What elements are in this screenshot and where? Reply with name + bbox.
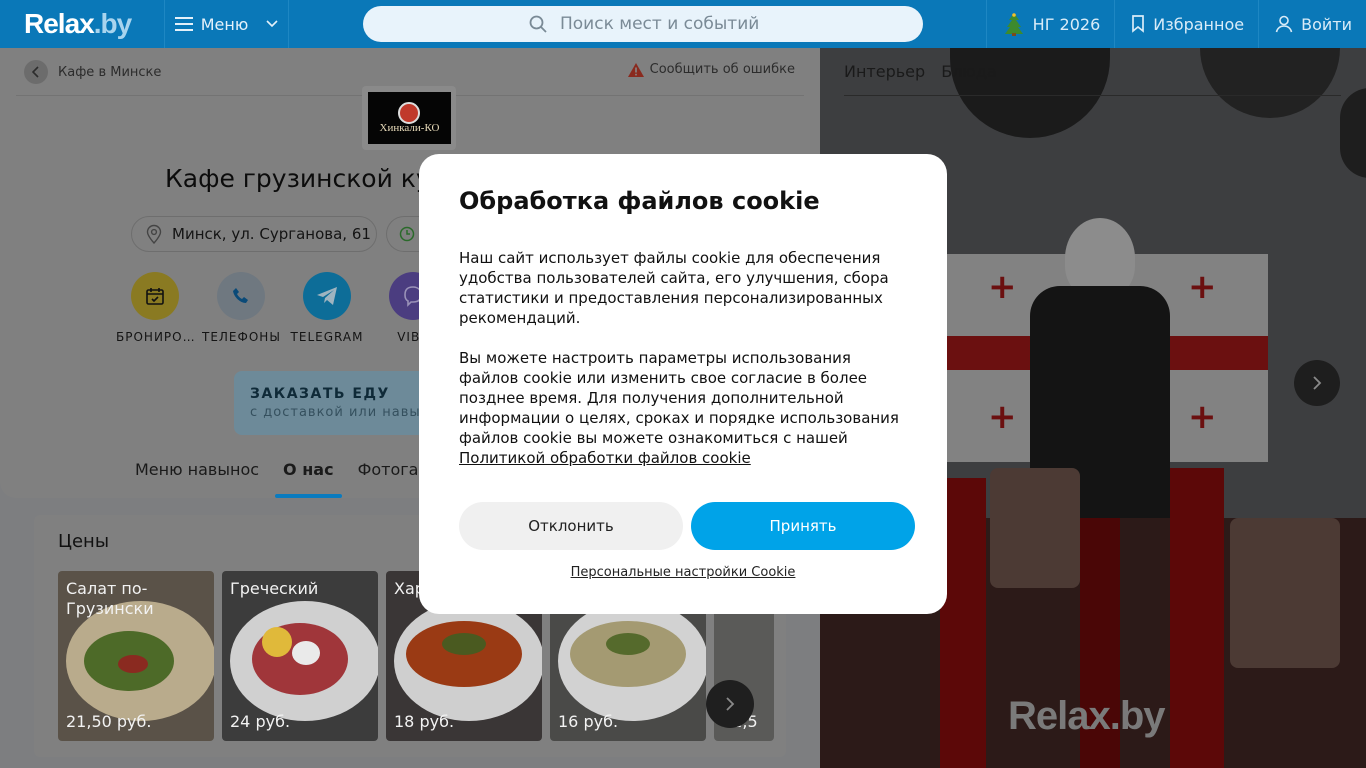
dish-price: 18 руб. (394, 712, 455, 731)
breadcrumb[interactable]: Кафе в Минске (24, 60, 161, 84)
dish-card[interactable]: Греческий 24 руб. (222, 571, 378, 741)
chevron-down-icon (266, 20, 278, 28)
chevron-right-icon (1313, 376, 1322, 390)
carousel-next-button[interactable] (706, 680, 754, 728)
cookie-title: Обработка файлов cookie (459, 187, 820, 215)
telegram-icon (303, 272, 351, 320)
cookie-text-2: Вы можете настроить параметры использова… (459, 348, 909, 468)
chevron-right-icon (726, 697, 735, 711)
logo-main: Relax (24, 8, 95, 39)
order-title: ЗАКАЗАТЬ ЕДУ (250, 386, 390, 402)
logo-suffix: .by (93, 8, 132, 39)
cushion-shape (990, 468, 1080, 588)
lamp-shape (1200, 48, 1340, 118)
cushion-shape (1230, 518, 1340, 668)
dish-card[interactable]: Салат по-Грузински 21,50 руб. (58, 571, 214, 741)
breadcrumb-label[interactable]: Кафе в Минске (58, 65, 161, 80)
favorites-label: Избранное (1153, 14, 1245, 34)
top-bar: Relax.by Меню Поиск мест и событий НГ 20… (0, 0, 1366, 48)
phone-icon (217, 272, 265, 320)
emblem-icon (398, 102, 420, 124)
warning-icon (627, 62, 644, 77)
favorites-link[interactable]: Избранное (1114, 0, 1258, 48)
cookie-settings-link[interactable]: Персональные настройки Cookie (419, 565, 947, 580)
cookie-text-2-body: Вы можете настроить параметры использова… (459, 349, 899, 447)
dish-name: Греческий (230, 579, 319, 598)
watermark: Relax.by (1008, 694, 1166, 738)
login-link[interactable]: Войти (1258, 0, 1366, 48)
search-input[interactable]: Поиск мест и событий (363, 6, 923, 42)
new-year-link[interactable]: НГ 2026 (985, 0, 1115, 48)
tab-dishes[interactable]: Блюда (941, 62, 997, 81)
back-icon[interactable] (24, 60, 48, 84)
search-placeholder: Поиск мест и событий (560, 14, 760, 34)
booking-label: БРОНИРО… (116, 330, 194, 344)
gallery-tabs-divider (844, 95, 1341, 96)
cookie-dialog: Обработка файлов cookie Наш сайт использ… (419, 154, 947, 614)
report-error-link[interactable]: Сообщить об ошибке (627, 62, 795, 77)
tab-interior[interactable]: Интерьер (844, 62, 925, 81)
cookie-text-1: Наш сайт использует файлы cookie для обе… (459, 249, 889, 327)
lamp-shape (1340, 88, 1366, 178)
dish-price: 16 руб. (558, 712, 619, 731)
user-icon (1275, 15, 1293, 33)
dish-name: Салат по-Грузински (66, 579, 154, 618)
search-icon (529, 15, 547, 33)
christmas-tree-icon (1004, 13, 1023, 36)
dish-price: 24 руб. (230, 712, 291, 731)
phones-button[interactable]: ТЕЛЕФОНЫ (198, 272, 284, 344)
location-pin-icon (146, 224, 162, 244)
cookie-buttons: Отклонить Принять (459, 502, 915, 550)
gallery-tabs: Интерьер Блюда (844, 62, 997, 81)
order-subtitle: с доставкой или навы (250, 405, 421, 420)
chair-shape (1170, 468, 1224, 768)
page-title: Кафе грузинской ку (165, 164, 431, 193)
address-chip[interactable]: Минск, ул. Сурганова, 61 (131, 216, 377, 252)
gallery-next-button[interactable] (1294, 360, 1340, 406)
decline-button[interactable]: Отклонить (459, 502, 683, 550)
menu-button[interactable]: Меню (164, 0, 289, 48)
tab-takeaway-menu[interactable]: Меню навынос (135, 450, 259, 498)
prices-title: Цены (58, 531, 110, 552)
accept-button[interactable]: Принять (691, 502, 915, 550)
booking-button[interactable]: БРОНИРО… (112, 272, 198, 344)
dish-price: 21,50 руб. (66, 712, 152, 731)
clock-icon (399, 226, 415, 242)
phones-label: ТЕЛЕФОНЫ (202, 330, 280, 344)
login-label: Войти (1301, 14, 1352, 34)
venue-logo-text: Хинкали-КО (379, 122, 440, 134)
venue-logo: Хинкали-КО (362, 86, 456, 150)
report-label: Сообщить об ошибке (649, 62, 795, 77)
site-logo[interactable]: Relax.by (24, 8, 132, 40)
tab-about[interactable]: О нас (275, 450, 342, 498)
venue-tabs: Меню навынос О нас Фотогале (135, 450, 439, 498)
bookmark-icon (1132, 15, 1145, 33)
action-buttons: БРОНИРО… ТЕЛЕФОНЫ TELEGRAM VIBE (112, 272, 456, 344)
header-nav: НГ 2026 Избранное Войти (985, 0, 1366, 48)
order-food-banner[interactable]: ЗАКАЗАТЬ ЕДУ с доставкой или навы (234, 371, 434, 435)
hamburger-icon (174, 17, 193, 31)
new-year-label: НГ 2026 (1032, 14, 1101, 34)
menu-label: Меню (200, 14, 249, 34)
cookie-policy-link[interactable]: Политикой обработки файлов cookie (459, 449, 751, 467)
telegram-label: TELEGRAM (290, 330, 364, 344)
calendar-check-icon (131, 272, 179, 320)
address-text: Минск, ул. Сурганова, 61 (172, 225, 371, 243)
telegram-button[interactable]: TELEGRAM (284, 272, 370, 344)
